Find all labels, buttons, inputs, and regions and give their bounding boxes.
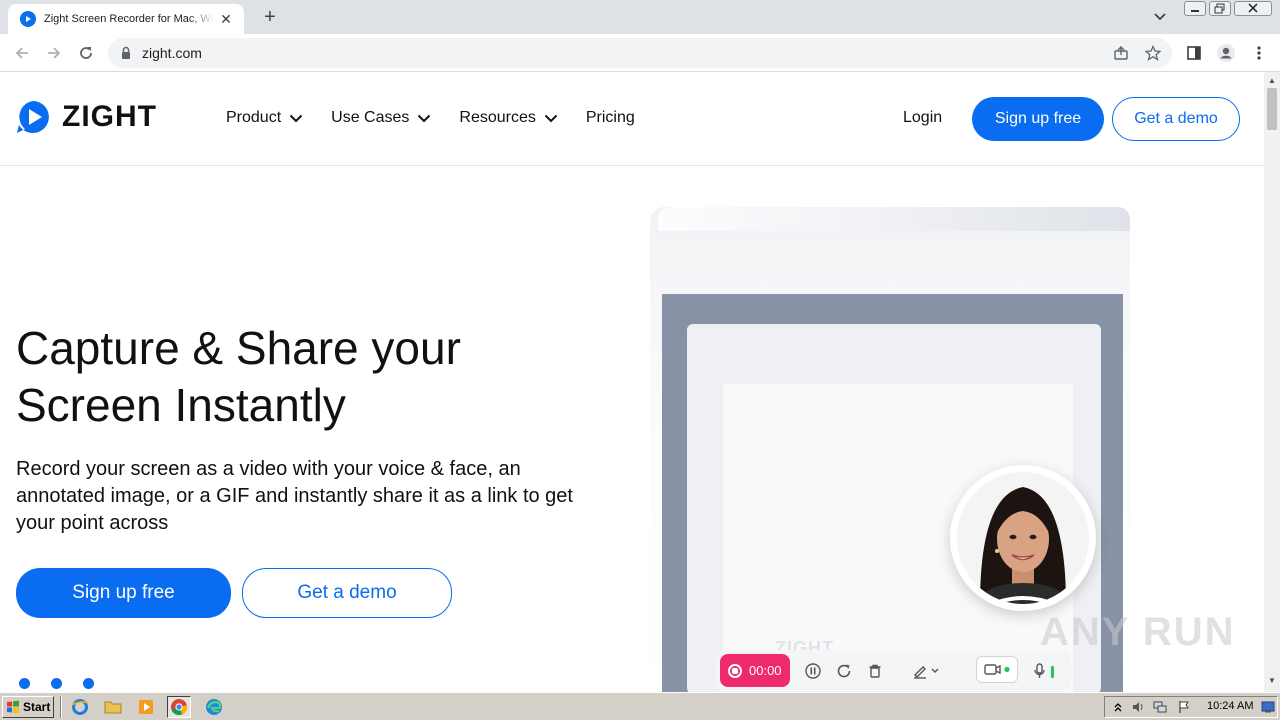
system-tray: 10:24 AM: [1104, 696, 1278, 718]
restart-icon[interactable]: [835, 662, 853, 680]
recording-timer: 00:00: [749, 663, 782, 678]
hero-title-line-2: Screen Instantly: [16, 379, 346, 431]
zight-favicon-icon: [20, 11, 36, 27]
profile-avatar-icon[interactable]: [1216, 43, 1236, 63]
folder-icon[interactable]: [101, 696, 125, 718]
address-bar[interactable]: zight.com: [108, 38, 1172, 68]
browser-tab-strip: Zight Screen Recorder for Mac, Windows ✕…: [0, 0, 1280, 34]
annotate-pen-icon[interactable]: [911, 662, 943, 680]
taskbar-separator: [60, 696, 62, 718]
chevron-down-icon: [289, 114, 303, 122]
tab-title: Zight Screen Recorder for Mac, Windows: [44, 13, 214, 25]
windows-flag-icon: [7, 700, 19, 714]
nav-use-cases-label: Use Cases: [331, 109, 410, 126]
close-tab-icon[interactable]: ✕: [218, 11, 234, 28]
taskbar-clock: 10:24 AM: [1207, 700, 1254, 712]
url-text[interactable]: zight.com: [142, 45, 202, 61]
stop-record-icon: [728, 663, 742, 678]
camera-icon: [984, 664, 1010, 675]
network-icon[interactable]: [1153, 700, 1167, 714]
media-player-icon[interactable]: [134, 696, 158, 718]
pause-icon[interactable]: [804, 662, 822, 680]
browser-menu-icon[interactable]: [1249, 43, 1269, 63]
zight-logo-icon: [17, 101, 49, 133]
browser-toolbar: zight.com: [0, 34, 1280, 72]
carousel-dot[interactable]: [83, 678, 94, 689]
bookmark-star-icon[interactable]: [1144, 44, 1162, 62]
restore-window-button[interactable]: [1209, 1, 1231, 16]
login-link[interactable]: Login: [903, 109, 942, 127]
carousel-dot[interactable]: [51, 678, 62, 689]
scroll-down-arrow-icon[interactable]: ▼: [1268, 676, 1276, 685]
tab-search-chevron-icon[interactable]: [1150, 8, 1170, 26]
windows-taskbar: Start 10:24 AM: [0, 692, 1280, 720]
scrollbar-thumb[interactable]: [1267, 88, 1277, 130]
forward-arrow-icon[interactable]: [44, 43, 64, 63]
chevron-down-icon: [418, 114, 431, 122]
logo-text: ZIGHT: [62, 100, 157, 133]
record-stop-button[interactable]: 00:00: [720, 654, 790, 687]
trash-icon[interactable]: [866, 662, 884, 680]
page-viewport: ZIGHT Product Use Cases Resources Pricin…: [0, 72, 1264, 692]
microphone-icon[interactable]: [1032, 662, 1058, 680]
lock-icon: [120, 46, 132, 65]
hero-title: Capture & Share your Screen Instantly: [16, 320, 616, 434]
reload-icon[interactable]: [76, 43, 96, 63]
nav-use-cases[interactable]: Use Cases: [331, 109, 431, 127]
scroll-up-arrow-icon[interactable]: ▲: [1268, 76, 1276, 85]
close-window-button[interactable]: [1234, 1, 1272, 16]
carousel-dots: [19, 678, 115, 689]
browser-tab[interactable]: Zight Screen Recorder for Mac, Windows ✕: [8, 4, 244, 34]
nav-product-label: Product: [226, 109, 282, 126]
ie-icon[interactable]: [68, 696, 92, 718]
hero-get-demo-button[interactable]: Get a demo: [242, 568, 452, 618]
webcam-avatar: [950, 465, 1096, 611]
tray-expand-icon[interactable]: [1111, 700, 1125, 714]
volume-icon[interactable]: [1131, 700, 1145, 714]
header-get-demo-button[interactable]: Get a demo: [1112, 97, 1240, 141]
new-tab-button[interactable]: +: [258, 5, 282, 29]
camera-toggle[interactable]: [976, 656, 1018, 683]
side-panel-icon[interactable]: [1184, 43, 1204, 63]
edge-icon[interactable]: [202, 696, 226, 718]
recorder-toolbar: 00:00: [716, 650, 1071, 692]
chrome-icon[interactable]: [167, 696, 191, 718]
page-scrollbar[interactable]: ▲ ▼: [1264, 72, 1280, 692]
start-label: Start: [23, 700, 51, 714]
hero-subtitle: Record your screen as a video with your …: [16, 458, 573, 534]
action-center-flag-icon[interactable]: [1177, 700, 1191, 714]
nav-resources[interactable]: Resources: [459, 109, 558, 127]
nav-resources-label: Resources: [459, 109, 536, 126]
carousel-dot[interactable]: [19, 678, 30, 689]
start-button[interactable]: Start: [2, 696, 54, 718]
nav-pricing[interactable]: Pricing: [586, 109, 635, 127]
share-icon[interactable]: [1112, 44, 1130, 62]
main-nav: Product Use Cases Resources Pricing: [226, 109, 663, 127]
chevron-down-icon: [544, 114, 558, 122]
minimize-window-button[interactable]: [1184, 1, 1206, 16]
zight-logo[interactable]: ZIGHT: [16, 100, 157, 134]
person-face-image: [953, 468, 1093, 608]
back-arrow-icon[interactable]: [12, 43, 32, 63]
hero-visual-topbar: [658, 207, 1130, 231]
hero-title-line-1: Capture & Share your: [16, 322, 461, 374]
header-sign-up-button[interactable]: Sign up free: [972, 97, 1104, 141]
show-desktop-icon[interactable]: [1261, 700, 1275, 714]
hero-sign-up-button[interactable]: Sign up free: [16, 568, 231, 618]
nav-product[interactable]: Product: [226, 109, 303, 127]
nav-pricing-label: Pricing: [585, 109, 635, 126]
anyrun-watermark: ANY RUN: [1040, 610, 1236, 654]
site-header: ZIGHT Product Use Cases Resources Pricin…: [0, 72, 1264, 166]
